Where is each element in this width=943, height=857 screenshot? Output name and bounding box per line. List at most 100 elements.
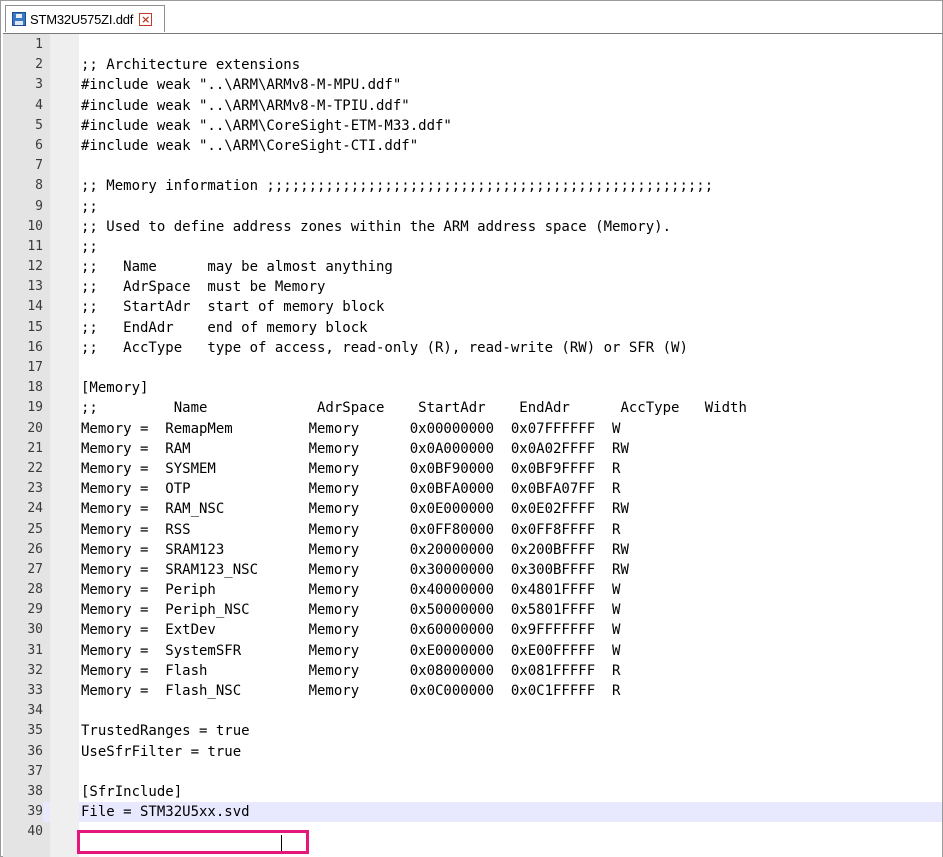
code-text: #include weak "..\ARM\CoreSight-CTI.ddf" — [81, 137, 419, 154]
fold-margin-cell — [50, 822, 79, 842]
fold-margin-cell — [50, 398, 79, 418]
code-line[interactable]: 18 [Memory] — [3, 378, 942, 398]
fold-margin-cell — [50, 479, 79, 499]
code-line[interactable]: 27 Memory = SRAM123_NSC Memory 0x30000000… — [3, 560, 942, 580]
line-number: 40 — [27, 824, 43, 840]
line-number: 24 — [27, 501, 43, 517]
code-line[interactable]: 12 ;; Name may be almost anything — [3, 257, 942, 277]
code-line[interactable]: 8 ;; Memory information ;;;;;;;;;;;;;;;;;… — [3, 176, 942, 196]
line-number: 31 — [27, 642, 43, 658]
line-number: 38 — [27, 783, 43, 799]
code-line[interactable]: 32 Memory = Flash Memory 0x08000000 0x081… — [3, 661, 942, 681]
line-number: 4 — [35, 97, 43, 113]
code-line[interactable]: 25 Memory = RSS Memory 0x0FF80000 0x0FF8F… — [3, 520, 942, 540]
fold-margin-cell — [50, 257, 79, 277]
line-number: 15 — [27, 319, 43, 335]
fold-margin-cell — [50, 701, 79, 721]
code-line[interactable]: 37 — [3, 762, 942, 782]
fold-margin-cell — [50, 762, 79, 782]
code-text: ;; AccType type of access, read-only (R)… — [81, 339, 688, 356]
fold-margin-cell — [50, 318, 79, 338]
code-line[interactable]: 40 — [3, 822, 942, 842]
code-line[interactable]: 24 Memory = RAM_NSC Memory 0x0E000000 0x0… — [3, 499, 942, 519]
code-line[interactable]: 15 ;; EndAdr end of memory block — [3, 318, 942, 338]
code-text: Memory = RAM_NSC Memory 0x0E000000 0x0E0… — [81, 501, 629, 518]
code-line[interactable]: 39 File = STM32U5xx.svd — [3, 802, 942, 823]
code-line[interactable]: 38 [SfrInclude] — [3, 782, 942, 802]
code-line[interactable]: 33 Memory = Flash_NSC Memory 0x0C000000 0… — [3, 681, 942, 701]
code-line[interactable]: 36 UseSfrFilter = true — [3, 742, 942, 762]
fold-margin-cell — [50, 520, 79, 540]
code-text: ;; EndAdr end of memory block — [81, 319, 368, 336]
code-line[interactable]: 10 ;; Used to define address zones within… — [3, 217, 942, 237]
line-number: 12 — [27, 259, 43, 275]
fold-margin-cell — [50, 782, 79, 802]
fold-margin-cell — [50, 681, 79, 701]
code-text: [SfrInclude] — [81, 783, 183, 800]
line-number: 19 — [27, 400, 43, 416]
code-text: ;; Used to define address zones within t… — [81, 218, 672, 235]
code-line[interactable]: 26 Memory = SRAM123 Memory 0x20000000 0x2… — [3, 540, 942, 560]
code-text: ;; StartAdr start of memory block — [81, 299, 385, 316]
line-number: 23 — [27, 481, 43, 497]
code-line[interactable]: 6 #include weak "..\ARM\CoreSight-CTI.ddf… — [3, 136, 942, 156]
line-number: 22 — [27, 460, 43, 476]
code-line[interactable]: 1 — [3, 35, 942, 55]
fold-margin-cell — [50, 96, 79, 116]
code-line[interactable]: 23 Memory = OTP Memory 0x0BFA0000 0x0BFA0… — [3, 479, 942, 499]
line-number: 36 — [27, 743, 43, 759]
code-line[interactable]: 4 #include weak "..\ARM\ARMv8-M-TPIU.ddf" — [3, 96, 942, 116]
fold-margin-cell — [50, 297, 79, 317]
line-number: 27 — [27, 561, 43, 577]
code-line[interactable]: 19 ;; Name AdrSpace StartAdr EndAdr AccTy… — [3, 398, 942, 418]
code-line[interactable]: 16 ;; AccType type of access, read-only (… — [3, 338, 942, 358]
code-line[interactable]: 20 Memory = RemapMem Memory 0x00000000 0x… — [3, 419, 942, 439]
fold-margin-cell — [50, 620, 79, 640]
line-number: 30 — [27, 622, 43, 638]
close-x-icon[interactable]: × — [139, 12, 153, 26]
code-line[interactable]: 7 — [3, 156, 942, 176]
code-line[interactable]: 21 Memory = RAM Memory 0x0A000000 0x0A02F… — [3, 439, 942, 459]
code-line[interactable]: 35 TrustedRanges = true — [3, 721, 942, 741]
code-line[interactable]: 3 #include weak "..\ARM\ARMv8-M-MPU.ddf" — [3, 75, 942, 95]
code-line[interactable]: 11;; — [3, 237, 942, 257]
line-number: 8 — [35, 178, 43, 194]
code-text: ;; Name AdrSpace StartAdr EndAdr AccType… — [81, 400, 747, 417]
code-text: ;; Architecture extensions — [81, 57, 301, 74]
code-text: TrustedRanges = true — [81, 723, 250, 740]
fold-margin-cell — [50, 378, 79, 398]
code-line[interactable]: 9;; — [3, 197, 942, 217]
code-editor[interactable]: 1 2;; Architecture extensions 3 #include we… — [3, 33, 942, 857]
fold-margin-cell — [50, 176, 79, 196]
fold-margin-cell — [50, 580, 79, 600]
code-line[interactable]: 30 Memory = ExtDev Memory 0x60000000 0x9F… — [3, 620, 942, 640]
fold-margin-cell — [50, 277, 79, 297]
line-number: 6 — [35, 137, 43, 153]
code-line[interactable]: 5 #include weak "..\ARM\CoreSight-ETM-M33… — [3, 116, 942, 136]
line-number: 26 — [27, 541, 43, 557]
fold-margin-cell — [50, 641, 79, 661]
code-text: ;; — [81, 238, 98, 255]
code-line[interactable]: 34 — [3, 701, 942, 721]
line-number: 1 — [35, 37, 43, 52]
fold-margin-cell — [50, 540, 79, 560]
code-line[interactable]: 13 ;; AdrSpace must be Memory — [3, 277, 942, 297]
fold-margin-cell — [50, 459, 79, 479]
code-line[interactable]: 22 Memory = SYSMEM Memory 0x0BF90000 0x0B… — [3, 459, 942, 479]
fold-margin-cell — [50, 338, 79, 358]
code-text: Memory = ExtDev Memory 0x60000000 0x9FFF… — [81, 622, 621, 639]
code-text: ;; AdrSpace must be Memory — [81, 279, 326, 296]
fold-margin-cell — [50, 197, 79, 217]
code-line[interactable]: 29 Memory = Periph_NSC Memory 0x50000000 … — [3, 600, 942, 620]
code-line[interactable]: 17 — [3, 358, 942, 378]
code-line[interactable]: 2 ;; Architecture extensions — [3, 55, 942, 75]
code-line[interactable]: 31 Memory = SystemSFR Memory 0xE0000000 0… — [3, 641, 942, 661]
file-tab[interactable]: STM32U575ZI.ddf × — [5, 5, 165, 32]
line-number: 32 — [27, 662, 43, 678]
line-number: 25 — [27, 521, 43, 537]
code-line[interactable]: 14 ;; StartAdr start of memory block — [3, 297, 942, 317]
code-line[interactable]: 28 Memory = Periph Memory 0x40000000 0x48… — [3, 580, 942, 600]
line-number: 10 — [27, 218, 43, 234]
line-number: 37 — [27, 763, 43, 779]
fold-margin-cell — [50, 116, 79, 136]
